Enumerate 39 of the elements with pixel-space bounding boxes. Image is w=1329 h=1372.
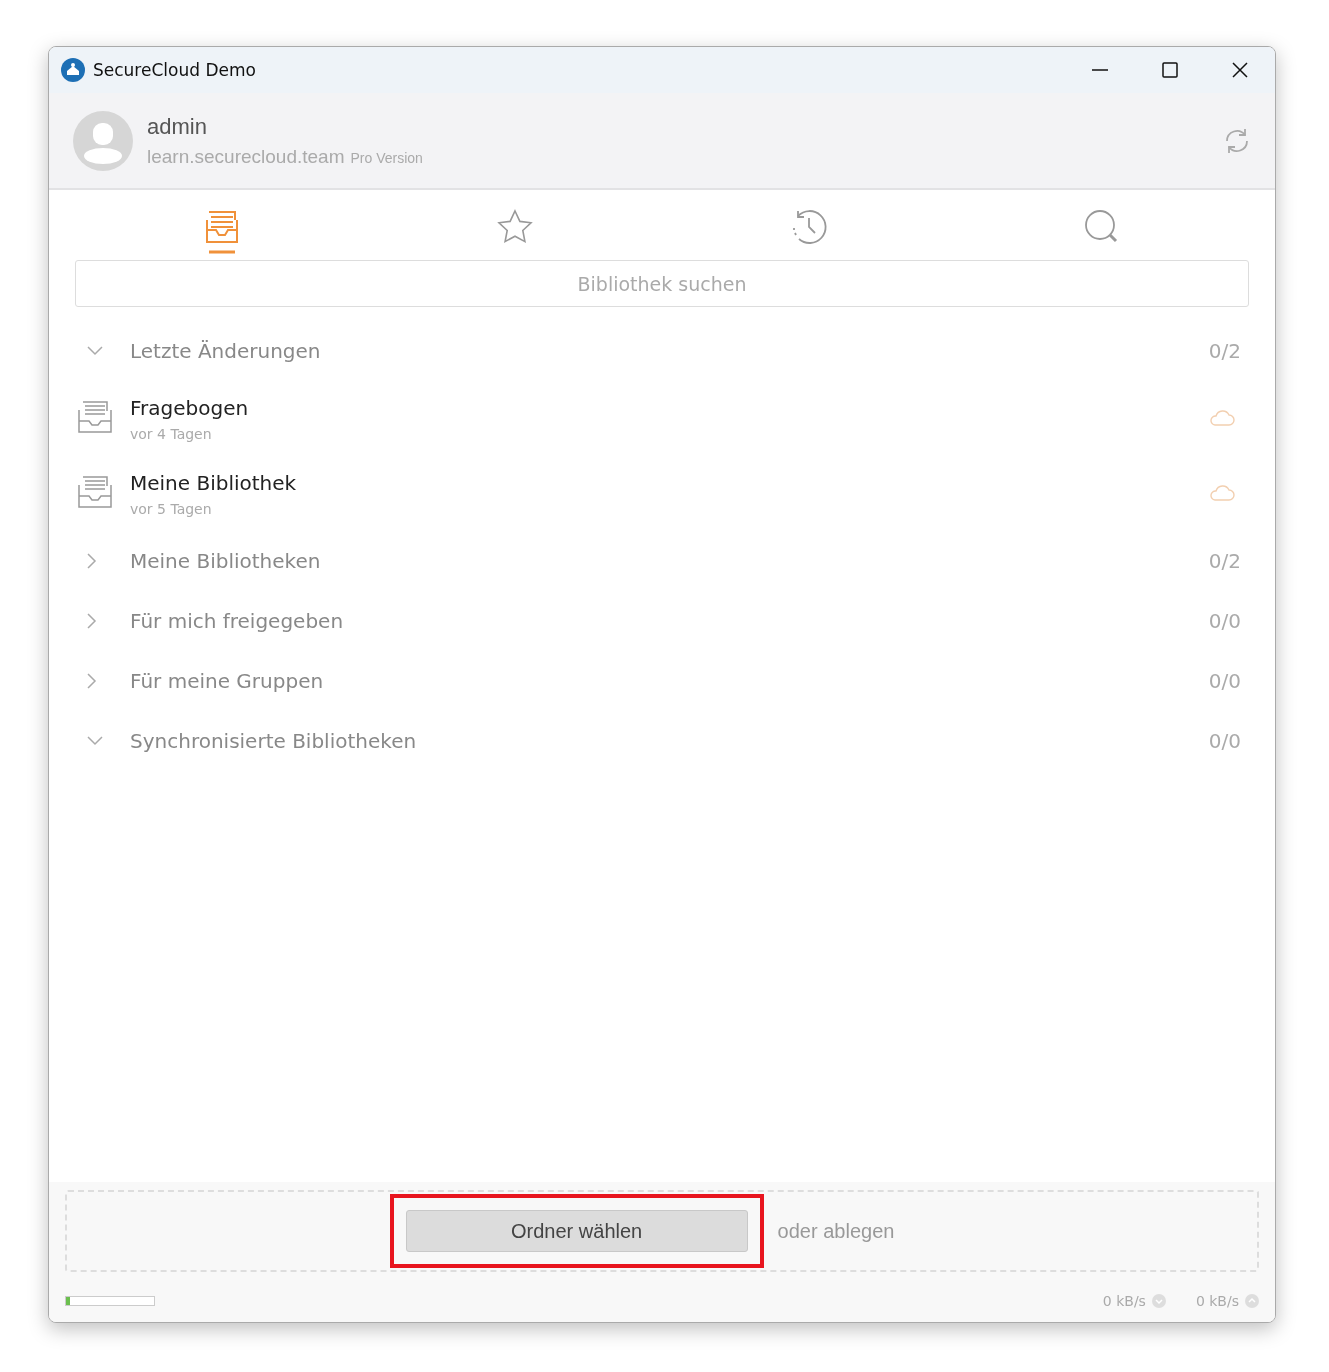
count-label: 0/2 xyxy=(1208,549,1241,573)
server-address: learn.securecloud.team xyxy=(147,145,345,168)
library-icon xyxy=(77,398,113,435)
close-icon xyxy=(1231,61,1249,79)
library-name: Meine Bibliothek xyxy=(130,470,298,495)
upload-icon xyxy=(1245,1294,1259,1308)
upload-speed: 0 kB/s xyxy=(1195,1293,1239,1309)
window-title: SecureCloud Demo xyxy=(93,60,257,80)
count-label: 0/0 xyxy=(1208,669,1241,693)
library-item[interactable]: Meine Bibliothek vor 5 Tagen xyxy=(77,456,1241,531)
download-icon xyxy=(1151,1294,1166,1308)
refresh-icon[interactable] xyxy=(1223,126,1251,155)
library-icon xyxy=(77,473,113,510)
count-label: 0/0 xyxy=(1208,609,1241,633)
section-header[interactable]: Letzte Änderungen 0/2 xyxy=(77,321,1241,381)
count-label: 0/0 xyxy=(1208,729,1241,753)
avatar-icon xyxy=(73,110,133,171)
drop-hint: oder ablegen xyxy=(777,1219,895,1243)
section-header[interactable]: Für mich freigegeben 0/0 xyxy=(77,591,1241,651)
download-speed: 0 kB/s xyxy=(1102,1293,1146,1309)
search-field[interactable]: Bibliothek suchen xyxy=(75,260,1249,307)
library-item[interactable]: Fragebogen vor 4 Tagen xyxy=(77,381,1241,456)
count-label: 0/2 xyxy=(1208,339,1241,363)
edition-label: Pro Version xyxy=(350,149,423,166)
section-header[interactable]: Synchronisierte Bibliotheken 0/0 xyxy=(77,711,1241,771)
star-icon xyxy=(496,208,535,246)
section-header[interactable]: Meine Bibliotheken 0/2 xyxy=(77,531,1241,591)
minimize-icon xyxy=(1092,69,1108,71)
account-name: admin xyxy=(147,113,208,140)
choose-folder-button[interactable]: Ordner wählen xyxy=(405,1210,748,1252)
cloud-icon[interactable] xyxy=(1209,482,1235,501)
section-header[interactable]: Für meine Gruppen 0/0 xyxy=(77,651,1241,711)
cloud-icon[interactable] xyxy=(1209,407,1235,426)
drop-zone[interactable]: Ordner wählen oder ablegen xyxy=(65,1190,1259,1272)
app-logo-icon xyxy=(61,58,85,82)
modified-time: vor 4 Tagen xyxy=(130,425,213,442)
library-name: Fragebogen xyxy=(130,395,250,420)
maximize-icon xyxy=(1161,61,1179,79)
modified-time: vor 5 Tagen xyxy=(130,500,213,517)
